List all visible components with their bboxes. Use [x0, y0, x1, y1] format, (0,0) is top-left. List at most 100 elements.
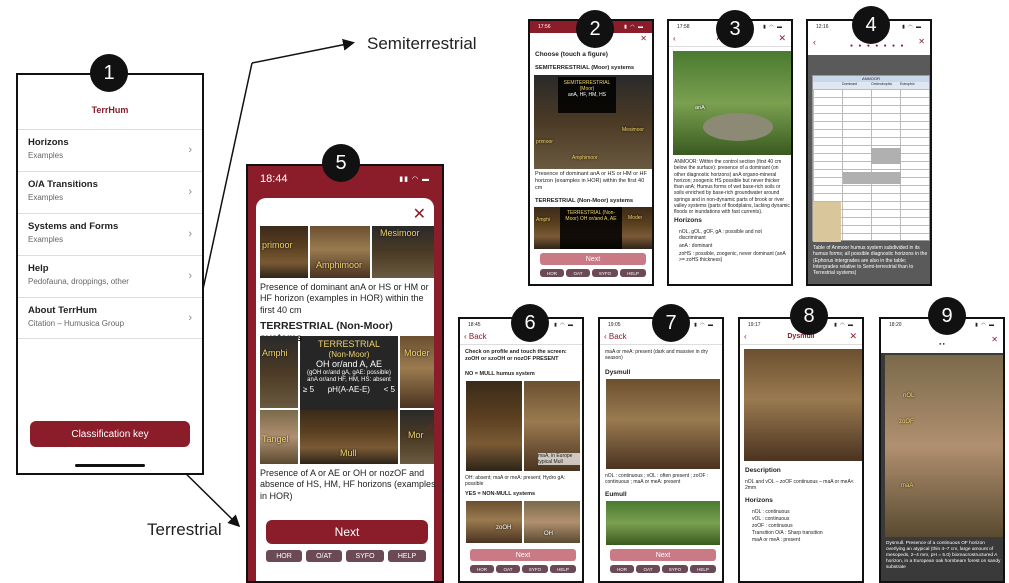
close-icon[interactable]: ✕: [849, 331, 857, 342]
tab-syfo[interactable]: SYFO: [662, 565, 688, 573]
yes-title: YES = NON-MULL systems: [465, 491, 536, 497]
bottom-tabs: HOR O/AT SYFO HELP: [266, 550, 426, 562]
overlay-line: (Non-Moor): [328, 349, 370, 359]
menu-item-systems-forms[interactable]: Systems and Forms Examples ›: [18, 213, 202, 255]
horizons-title: Horizons: [674, 217, 702, 224]
tab-syfo[interactable]: SYFO: [346, 550, 384, 562]
description: nOL and vOL – zoOF continuous – maA or m…: [745, 479, 854, 492]
semi-title: SEMITERRESTRIAL (Moor) systems: [535, 65, 635, 71]
classification-key-button[interactable]: Classification key: [30, 421, 190, 447]
label-moder: Moder: [404, 348, 430, 358]
moor-caption: Presence of dominant anA or HS or HM or …: [535, 171, 647, 191]
label-mesimoor: Mesimoor: [622, 127, 644, 133]
photo-nonmull-1[interactable]: [466, 501, 522, 543]
photo-amphi[interactable]: [260, 336, 298, 408]
next-button[interactable]: Next: [540, 253, 646, 265]
photo-amphimoor[interactable]: [310, 226, 370, 278]
horizon-item: anA : dominant: [679, 243, 713, 249]
horizon-item: vOL : continuous: [752, 516, 790, 522]
overlay-line: anA, HF, HM, HS: [567, 92, 607, 98]
photo-anmoor-water: [703, 113, 773, 141]
close-icon[interactable]: ✕: [918, 37, 925, 46]
phone-3-anmoor: 17:58 ▮ ◠ ▬ ‹ Anmoor ✕ anA ANMOOR: Withi…: [667, 19, 793, 286]
close-icon[interactable]: ✕: [991, 335, 998, 344]
dysmull-title: Dysmull: [605, 369, 631, 376]
back-button[interactable]: ‹ Back: [604, 332, 627, 341]
tab-help[interactable]: HELP: [690, 565, 716, 573]
photo-eumull[interactable]: [606, 501, 720, 545]
tab-hor[interactable]: HOR: [470, 565, 494, 573]
step-badge-2: 2: [576, 10, 614, 48]
signal-icon: ▮ ◠ ▬: [834, 322, 854, 328]
description: ANMOOR: Within the control section (firs…: [674, 159, 790, 215]
chevron-right-icon: ›: [188, 186, 192, 198]
menu-item-title: Horizons: [28, 137, 69, 148]
label-ana: anA: [695, 105, 705, 111]
tab-help[interactable]: HELP: [550, 565, 576, 573]
menu-item-help[interactable]: Help Pedofauna, droppings, other ›: [18, 255, 202, 297]
menu-item-title: Systems and Forms: [28, 221, 119, 232]
close-icon[interactable]: ✕: [640, 34, 647, 43]
tab-hor[interactable]: HOR: [266, 550, 302, 562]
menu-item-title: Help: [28, 263, 49, 274]
photo-mull-profile[interactable]: [466, 381, 522, 471]
tab-syfo[interactable]: SYFO: [522, 565, 548, 573]
phone-9-dysmull-photo: 18:20 ▮ ◠ ▬ ✕ ● ● nOL zoOF maA Dysmull. …: [879, 317, 1005, 583]
choose-text: Choose (touch a figure): [535, 51, 608, 58]
photo-primoor[interactable]: [260, 226, 308, 278]
menu-item-about[interactable]: About TerrHum Citation – Humusica Group …: [18, 297, 202, 339]
signal-icon: ▮ ◠ ▬: [694, 322, 714, 328]
chevron-right-icon: ›: [188, 228, 192, 240]
label-zoof: zoOF: [899, 419, 914, 425]
arrow-head-semiterrestrial: [251, 38, 355, 64]
horizon-item: Transition O/A : Sharp transition: [752, 530, 823, 536]
col-header: Dominant: [842, 82, 857, 86]
next-button[interactable]: Next: [266, 520, 428, 544]
menu-item-title: About TerrHum: [28, 305, 97, 316]
back-button[interactable]: ‹ Back: [464, 332, 487, 341]
col-header: Ombrotrophic: [871, 82, 893, 86]
close-icon[interactable]: ✕: [413, 204, 426, 224]
tab-hor[interactable]: HOR: [610, 565, 634, 573]
horizon-item: nOL : continuous: [752, 509, 790, 515]
back-label: Back: [608, 332, 627, 341]
back-icon[interactable]: ‹: [813, 37, 816, 47]
terrestrial-overlay: TERRESTRIAL (Non-Moor) OH or/and A, AE (…: [300, 336, 398, 410]
tab-oat[interactable]: OAT: [566, 269, 590, 277]
tab-oat[interactable]: O/AT: [306, 550, 342, 562]
dysmull-caption: nOL : continuous ; vOL : often present ;…: [605, 473, 709, 486]
label-amphi: Amphi: [536, 217, 551, 223]
photo-dysmull[interactable]: [606, 379, 720, 469]
tab-oat[interactable]: OAT: [636, 565, 660, 573]
bottom-tabs: HOR OAT SYFO HELP: [470, 565, 576, 573]
table-shade: [871, 148, 901, 164]
col-header: Eutrophic: [900, 82, 915, 86]
tab-hor[interactable]: HOR: [540, 269, 564, 277]
photo-dysmull-profile: [885, 355, 1003, 537]
no-title: NO = MULL humus system: [465, 371, 535, 377]
next-button[interactable]: Next: [610, 549, 716, 561]
app-title: TerrHum: [91, 105, 129, 115]
label-primoor: primoor: [536, 139, 553, 145]
next-button[interactable]: Next: [470, 549, 576, 561]
photo-caption: Dysmull. Presence of a continuous OF hor…: [886, 541, 1001, 570]
label-maa: maA: [901, 483, 914, 489]
photo-moder[interactable]: [400, 336, 434, 408]
signal-icon: ▮▮ ◠ ▬: [399, 176, 430, 183]
menu-item-horizons[interactable]: Horizons Examples ›: [18, 129, 202, 171]
close-icon[interactable]: ✕: [778, 33, 786, 44]
phone-1-home: TerrHum Horizons Examples › O/A Transiti…: [16, 73, 204, 475]
label-amphimoor: Amphimoor: [316, 260, 363, 270]
tab-help[interactable]: HELP: [388, 550, 426, 562]
tab-syfo[interactable]: SYFO: [592, 269, 618, 277]
menu-item-oa-transitions[interactable]: O/A Transitions Examples ›: [18, 171, 202, 213]
status-time: 19:17: [748, 322, 761, 328]
status-time: 12:16: [816, 24, 829, 30]
tab-oat[interactable]: OAT: [496, 565, 520, 573]
terr-title: TERRESTRIAL (Non-Moor) systems: [535, 198, 634, 204]
status-time: 18:20: [889, 322, 902, 328]
tab-help[interactable]: HELP: [620, 269, 646, 277]
ph-high: < 5: [383, 384, 395, 394]
bottom-tabs: HOR OAT SYFO HELP: [540, 269, 646, 277]
ph-label: pH(A-AE-E): [327, 384, 370, 394]
